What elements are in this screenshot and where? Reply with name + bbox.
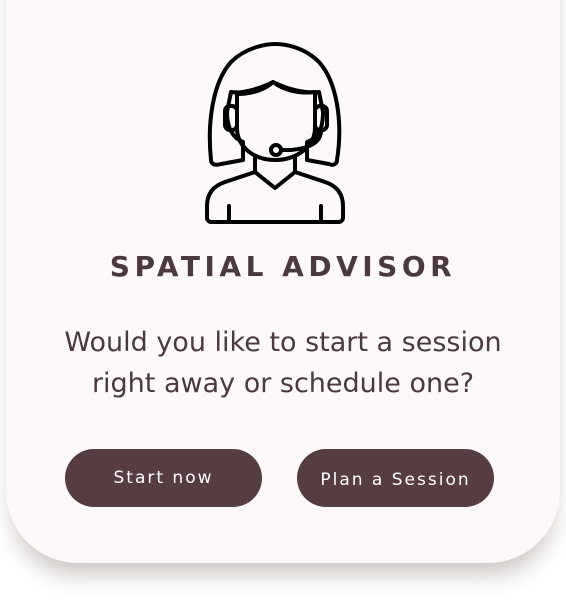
advisor-title: SPATIAL ADVISOR: [109, 250, 457, 283]
session-question: Would you like to start a session right …: [0, 322, 566, 404]
question-line-1: Would you like to start a session: [64, 327, 502, 358]
plan-session-button[interactable]: Plan a Session: [297, 449, 494, 507]
start-now-button[interactable]: Start now: [65, 449, 262, 507]
headset-support-agent-icon: [203, 42, 348, 224]
question-line-2: right away or schedule one?: [91, 368, 475, 399]
